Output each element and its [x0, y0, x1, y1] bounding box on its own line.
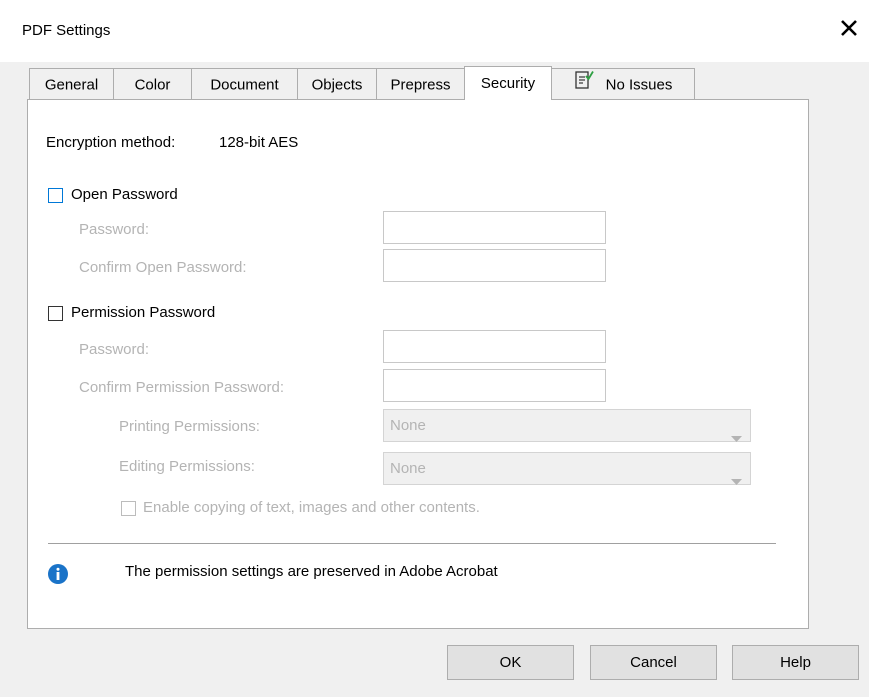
enable-copying-checkbox[interactable] — [121, 501, 136, 516]
tab-no-issues[interactable]: No Issues — [551, 68, 695, 99]
open-password-field-label: Password: — [79, 221, 150, 238]
encryption-method-label: Encryption method: — [46, 134, 176, 151]
cancel-button[interactable]: Cancel — [590, 645, 717, 680]
preflight-check-icon — [574, 70, 594, 101]
tab-document[interactable]: Document — [191, 68, 298, 99]
open-password-label: Open Password — [71, 186, 178, 203]
editing-permissions-label: Editing Permissions: — [119, 458, 255, 475]
confirm-open-password-input[interactable] — [383, 249, 606, 282]
enable-copying-label: Enable copying of text, images and other… — [143, 499, 480, 516]
info-icon — [47, 563, 69, 585]
help-button[interactable]: Help — [732, 645, 859, 680]
encryption-method-value: 128-bit AES — [219, 134, 299, 151]
permission-password-input[interactable] — [383, 330, 606, 363]
ok-button[interactable]: OK — [447, 645, 574, 680]
confirm-open-password-label: Confirm Open Password: — [79, 259, 247, 276]
close-icon[interactable] — [835, 14, 863, 42]
permission-password-label: Permission Password — [71, 304, 216, 321]
pdf-settings-dialog: PDF Settings General Color Document Obje… — [0, 0, 869, 697]
chevron-down-icon — [731, 423, 742, 454]
confirm-permission-password-input[interactable] — [383, 369, 606, 402]
tab-color[interactable]: Color — [113, 68, 192, 99]
tab-security[interactable]: Security — [464, 66, 552, 100]
editing-permissions-select[interactable]: None — [383, 452, 751, 485]
permission-password-checkbox[interactable] — [48, 306, 63, 321]
dialog-title: PDF Settings — [22, 22, 111, 39]
permission-password-field-label: Password: — [79, 341, 150, 358]
confirm-permission-password-label: Confirm Permission Password: — [79, 379, 285, 396]
open-password-checkbox[interactable] — [48, 188, 63, 203]
security-panel: Encryption method: 128-bit AES Open Pass… — [27, 99, 809, 629]
open-password-input[interactable] — [383, 211, 606, 244]
tab-objects[interactable]: Objects — [297, 68, 377, 99]
info-message: The permission settings are preserved in… — [125, 563, 498, 580]
tab-prepress[interactable]: Prepress — [376, 68, 465, 99]
chevron-down-icon — [731, 466, 742, 497]
printing-permissions-label: Printing Permissions: — [119, 418, 260, 435]
printing-permissions-select[interactable]: None — [383, 409, 751, 442]
tab-general[interactable]: General — [29, 68, 114, 99]
title-bar: PDF Settings — [0, 0, 869, 62]
separator-line — [48, 543, 776, 544]
